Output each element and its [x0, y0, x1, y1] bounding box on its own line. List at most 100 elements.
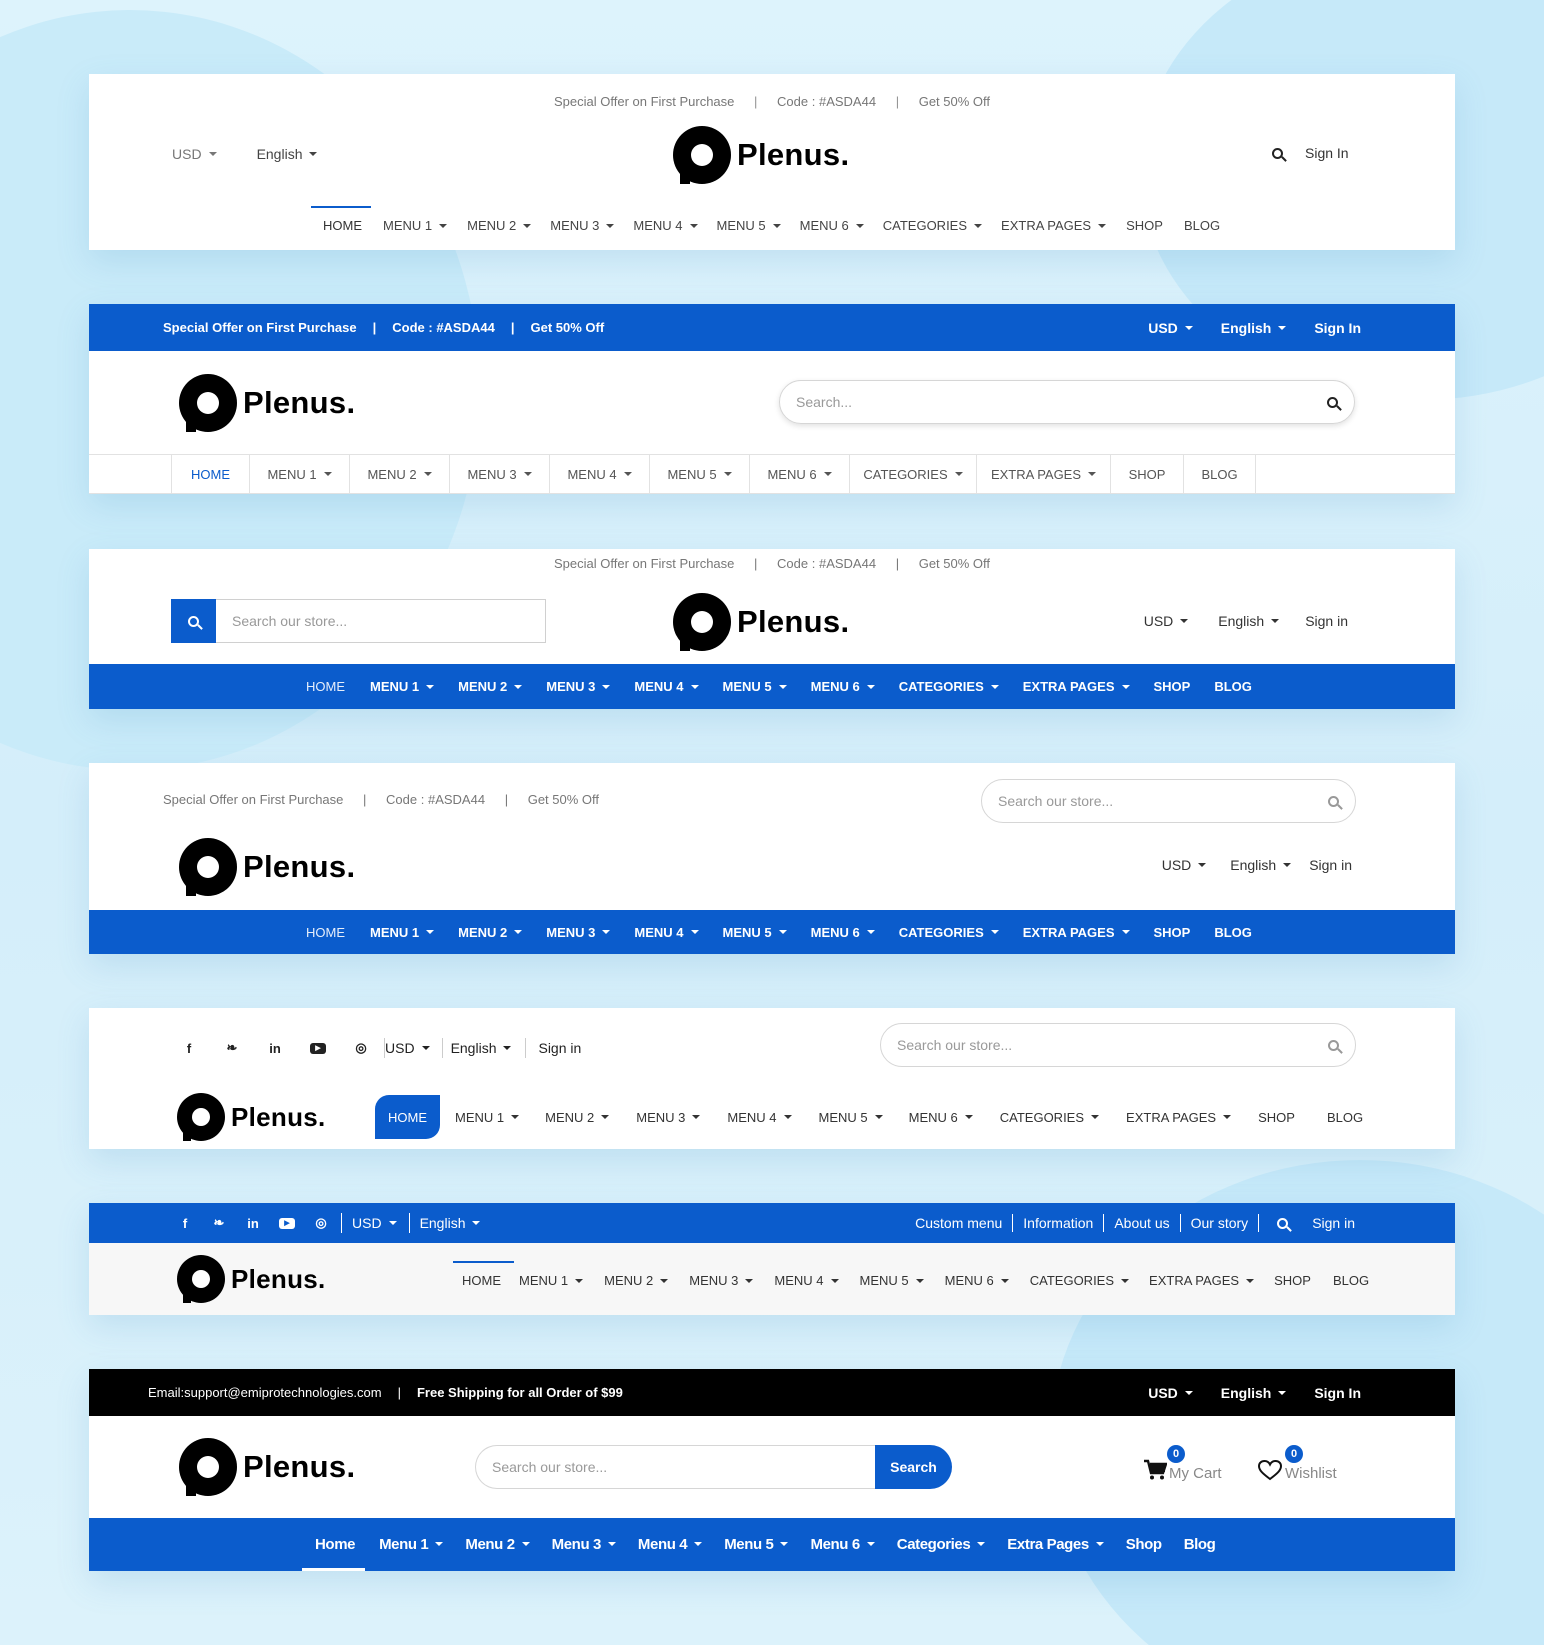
menu-item-categories[interactable]: CATEGORIES — [899, 679, 999, 694]
github-icon[interactable]: ◎ — [353, 1040, 369, 1055]
menu-item-categories[interactable]: CATEGORIES — [849, 455, 976, 494]
currency-dropdown[interactable]: USD — [1162, 857, 1207, 873]
logo[interactable]: Plenus. — [179, 1438, 355, 1496]
menu-item-home[interactable]: HOME — [306, 679, 345, 694]
menu-item-menu-5[interactable]: MENU 5 — [860, 1273, 924, 1288]
menu-item-menu-5[interactable]: Menu 5 — [724, 1536, 788, 1553]
menu-item-menu-6[interactable]: MENU 6 — [749, 455, 849, 494]
top-link-our-story[interactable]: Our story — [1191, 1215, 1249, 1231]
menu-item-shop[interactable]: SHOP — [1110, 455, 1183, 494]
menu-item-shop[interactable]: SHOP — [1274, 1273, 1311, 1288]
search-icon[interactable] — [1272, 147, 1283, 159]
currency-dropdown[interactable]: USD — [385, 1040, 430, 1056]
menu-item-menu-5[interactable]: MENU 5 — [819, 1110, 883, 1125]
menu-item-extra-pages[interactable]: EXTRA PAGES — [1023, 679, 1130, 694]
sign-in-link[interactable]: Sign in — [538, 1040, 581, 1056]
menu-item-menu-1[interactable]: MENU 1 — [249, 455, 349, 494]
menu-item-menu-5[interactable]: MENU 5 — [723, 679, 787, 694]
menu-item-blog[interactable]: Blog — [1184, 1536, 1216, 1553]
linkedin-icon[interactable]: in — [267, 1041, 283, 1056]
menu-item-categories[interactable]: CATEGORIES — [1030, 1273, 1129, 1288]
linkedin-icon[interactable]: in — [245, 1216, 261, 1231]
logo[interactable]: Plenus. — [179, 838, 355, 896]
menu-item-menu-3[interactable]: MENU 3 — [546, 925, 610, 940]
youtube-icon[interactable]: ▶ — [279, 1217, 295, 1229]
menu-item-menu-6[interactable]: MENU 6 — [945, 1273, 1009, 1288]
language-dropdown[interactable]: English — [1230, 857, 1291, 873]
menu-item-menu-4[interactable]: MENU 4 — [774, 1273, 838, 1288]
facebook-icon[interactable]: f — [177, 1216, 193, 1231]
language-dropdown[interactable]: English — [451, 1040, 512, 1056]
currency-dropdown[interactable]: USD — [352, 1215, 397, 1231]
github-icon[interactable]: ◎ — [313, 1215, 329, 1230]
menu-item-extra-pages[interactable]: EXTRA PAGES — [1149, 1273, 1254, 1288]
logo[interactable]: Plenus. — [177, 1093, 326, 1141]
menu-item-home[interactable]: HOME — [375, 1095, 440, 1139]
menu-item-menu-2[interactable]: MENU 2 — [467, 218, 531, 233]
menu-item-categories[interactable]: CATEGORIES — [883, 218, 982, 233]
menu-item-shop[interactable]: SHOP — [1154, 925, 1191, 940]
logo[interactable]: Plenus. — [673, 126, 849, 184]
menu-item-categories[interactable]: Categories — [897, 1536, 986, 1553]
menu-item-menu-4[interactable]: MENU 4 — [634, 679, 698, 694]
menu-item-home[interactable]: HOME — [462, 1273, 501, 1288]
menu-item-menu-1[interactable]: MENU 1 — [519, 1273, 583, 1288]
menu-item-menu-5[interactable]: MENU 5 — [649, 455, 749, 494]
currency-dropdown[interactable]: USD — [1148, 320, 1193, 336]
menu-item-extra-pages[interactable]: EXTRA PAGES — [1023, 925, 1130, 940]
facebook-icon[interactable]: f — [181, 1041, 197, 1056]
menu-item-menu-4[interactable]: Menu 4 — [638, 1536, 702, 1553]
currency-dropdown[interactable]: USD — [1148, 1385, 1193, 1401]
menu-item-menu-6[interactable]: MENU 6 — [909, 1110, 973, 1125]
search-button[interactable] — [171, 599, 216, 643]
menu-item-categories[interactable]: CATEGORIES — [1000, 1110, 1099, 1125]
menu-item-menu-1[interactable]: Menu 1 — [379, 1536, 443, 1553]
menu-item-menu-4[interactable]: MENU 4 — [634, 925, 698, 940]
top-link-information[interactable]: Information — [1023, 1215, 1093, 1231]
cart-link[interactable]: 0 My Cart — [1143, 1445, 1222, 1485]
menu-item-home[interactable]: HOME — [323, 218, 362, 233]
menu-item-menu-6[interactable]: Menu 6 — [810, 1536, 874, 1553]
menu-item-shop[interactable]: SHOP — [1258, 1110, 1295, 1125]
logo[interactable]: Plenus. — [179, 374, 355, 432]
menu-item-menu-2[interactable]: MENU 2 — [604, 1273, 668, 1288]
sign-in-link[interactable]: Sign in — [1309, 857, 1352, 873]
logo[interactable]: Plenus. — [673, 593, 849, 651]
sign-in-link[interactable]: Sign In — [1314, 320, 1361, 336]
search-icon[interactable] — [1328, 795, 1339, 807]
top-link-about-us[interactable]: About us — [1114, 1215, 1169, 1231]
menu-item-extra-pages[interactable]: EXTRA PAGES — [1001, 218, 1106, 233]
menu-item-extra-pages[interactable]: EXTRA PAGES — [976, 455, 1110, 494]
menu-item-shop[interactable]: Shop — [1126, 1536, 1162, 1553]
sign-in-link[interactable]: Sign In — [1305, 145, 1349, 161]
language-dropdown[interactable]: English — [1221, 320, 1287, 336]
menu-item-menu-1[interactable]: MENU 1 — [370, 679, 434, 694]
search-input[interactable]: Search... — [779, 380, 1355, 424]
logo[interactable]: Plenus. — [177, 1255, 326, 1303]
menu-item-menu-4[interactable]: MENU 4 — [549, 455, 649, 494]
menu-item-home[interactable]: Home — [315, 1536, 355, 1553]
menu-item-menu-3[interactable]: MENU 3 — [550, 218, 614, 233]
menu-item-extra-pages[interactable]: Extra Pages — [1007, 1536, 1103, 1553]
menu-item-menu-6[interactable]: MENU 6 — [811, 679, 875, 694]
top-link-custom-menu[interactable]: Custom menu — [915, 1215, 1002, 1231]
search-icon[interactable] — [1277, 1217, 1289, 1229]
menu-item-shop[interactable]: SHOP — [1154, 679, 1191, 694]
language-dropdown[interactable]: English — [1221, 1385, 1287, 1401]
language-dropdown[interactable]: English — [1218, 613, 1279, 629]
youtube-icon[interactable]: ▶ — [310, 1042, 326, 1054]
menu-item-menu-1[interactable]: MENU 1 — [383, 218, 447, 233]
menu-item-categories[interactable]: CATEGORIES — [899, 925, 999, 940]
search-input[interactable]: Search our store... — [981, 779, 1356, 823]
menu-item-menu-6[interactable]: MENU 6 — [811, 925, 875, 940]
menu-item-menu-3[interactable]: MENU 3 — [546, 679, 610, 694]
menu-item-menu-3[interactable]: Menu 3 — [552, 1536, 616, 1553]
menu-item-menu-2[interactable]: Menu 2 — [465, 1536, 529, 1553]
menu-item-menu-5[interactable]: MENU 5 — [723, 925, 787, 940]
menu-item-menu-4[interactable]: MENU 4 — [633, 218, 697, 233]
menu-item-menu-4[interactable]: MENU 4 — [727, 1110, 791, 1125]
menu-item-menu-2[interactable]: MENU 2 — [349, 455, 449, 494]
email-link[interactable]: support@emiprotechnologies.com — [184, 1385, 381, 1400]
language-dropdown[interactable]: English — [420, 1215, 481, 1231]
menu-item-menu-6[interactable]: MENU 6 — [800, 218, 864, 233]
